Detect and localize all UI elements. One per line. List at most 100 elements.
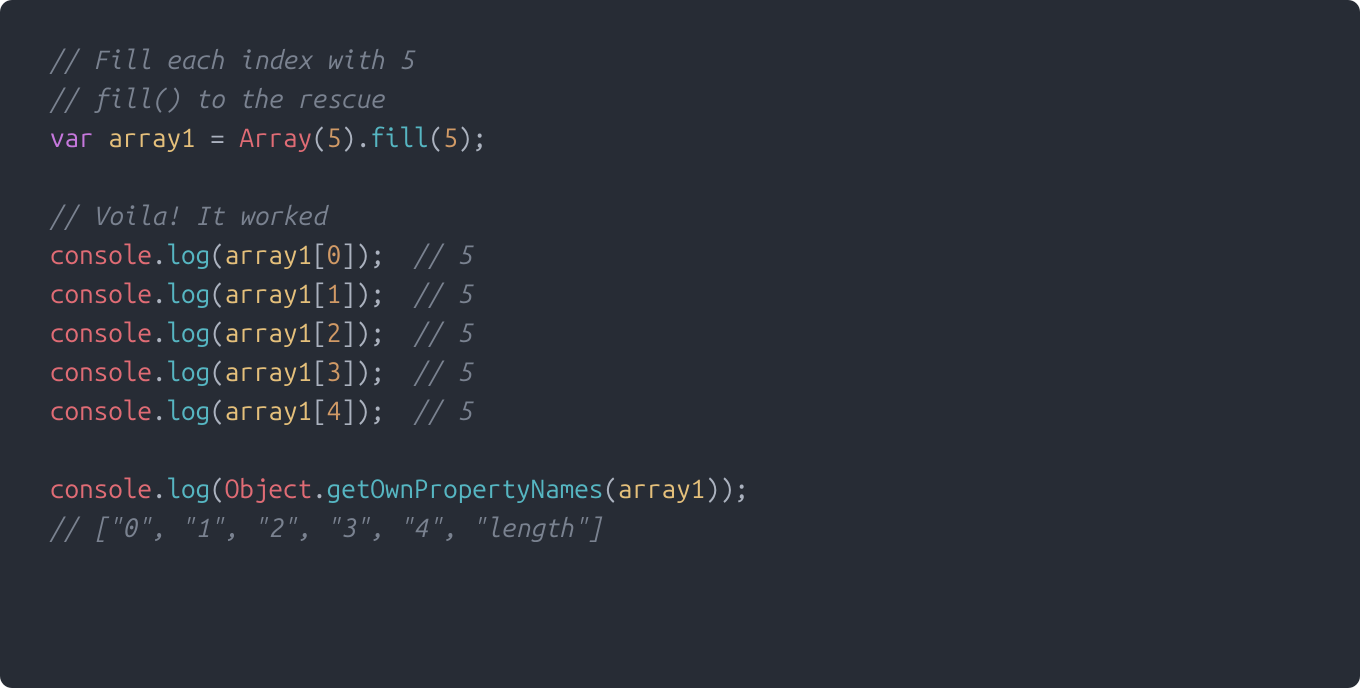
code-block: // Fill each index with 5 // fill() to t… [0, 0, 1360, 688]
identifier: array1 [618, 474, 705, 503]
object-console: console [50, 474, 152, 503]
bracket-open: [ [312, 279, 327, 308]
paren-open: ( [210, 318, 225, 347]
number-literal: 0 [327, 240, 342, 269]
number-literal: 1 [327, 279, 342, 308]
bracket-open: [ [312, 318, 327, 347]
paren-open: ( [210, 357, 225, 386]
method-log: log [166, 357, 210, 386]
paren-close: ) [705, 474, 720, 503]
object-console: console [50, 240, 152, 269]
number-literal: 5 [443, 123, 458, 152]
code-line: var array1 = Array(5).fill(5); [50, 118, 1310, 157]
paren-close: ) [356, 318, 371, 347]
number-literal: 4 [327, 396, 342, 425]
space [385, 396, 414, 425]
paren-close: ) [341, 123, 356, 152]
method-getownpropertynames: getOwnPropertyNames [327, 474, 604, 503]
dot: . [312, 474, 327, 503]
code-line: console.log(array1[3]); // 5 [50, 352, 1310, 391]
method-log: log [166, 396, 210, 425]
method-log: log [166, 318, 210, 347]
dot: . [152, 474, 167, 503]
comment: // Voila! It worked [50, 201, 327, 230]
paren-open: ( [210, 240, 225, 269]
semicolon: ; [370, 279, 385, 308]
comment: // 5 [414, 396, 472, 425]
code-line: console.log(array1[2]); // 5 [50, 313, 1310, 352]
number-literal: 2 [327, 318, 342, 347]
code-line: // Voila! It worked [50, 196, 1310, 235]
dot: . [152, 279, 167, 308]
dot: . [152, 240, 167, 269]
paren-open: ( [312, 123, 327, 152]
space [385, 240, 414, 269]
blank-line [50, 430, 1310, 469]
object-console: console [50, 318, 152, 347]
blank-line [50, 157, 1310, 196]
paren-open: ( [210, 474, 225, 503]
identifier: array1 [108, 123, 195, 152]
paren-close: ) [720, 474, 735, 503]
comment: // ["0", "1", "2", "3", "4", "length"] [50, 513, 603, 542]
paren-open: ( [429, 123, 444, 152]
comment: // 5 [414, 357, 472, 386]
semicolon: ; [370, 396, 385, 425]
paren-close: ) [356, 279, 371, 308]
space [385, 357, 414, 386]
object-console: console [50, 357, 152, 386]
bracket-open: [ [312, 396, 327, 425]
bracket-close: ] [341, 396, 356, 425]
code-line: // fill() to the rescue [50, 79, 1310, 118]
identifier: array1 [225, 279, 312, 308]
class-array: Array [239, 123, 312, 152]
bracket-open: [ [312, 357, 327, 386]
code-line: console.log(Object.getOwnPropertyNames(a… [50, 469, 1310, 508]
code-line: console.log(array1[0]); // 5 [50, 235, 1310, 274]
number-literal: 5 [327, 123, 342, 152]
dot: . [356, 123, 371, 152]
identifier: array1 [225, 357, 312, 386]
semicolon: ; [370, 357, 385, 386]
semicolon: ; [370, 318, 385, 347]
method-log: log [166, 474, 210, 503]
bracket-open: [ [312, 240, 327, 269]
paren-open: ( [210, 279, 225, 308]
identifier: array1 [225, 240, 312, 269]
semicolon: ; [472, 123, 487, 152]
dot: . [152, 396, 167, 425]
method-log: log [166, 279, 210, 308]
identifier: array1 [225, 396, 312, 425]
paren-close: ) [356, 240, 371, 269]
operator-equals: = [196, 123, 240, 152]
space [385, 318, 414, 347]
paren-open: ( [603, 474, 618, 503]
paren-close: ) [458, 123, 473, 152]
method-log: log [166, 240, 210, 269]
bracket-close: ] [341, 240, 356, 269]
object-console: console [50, 396, 152, 425]
method-fill: fill [370, 123, 428, 152]
paren-open: ( [210, 396, 225, 425]
comment: // 5 [414, 318, 472, 347]
semicolon: ; [370, 240, 385, 269]
space [385, 279, 414, 308]
bracket-close: ] [341, 318, 356, 347]
dot: . [152, 357, 167, 386]
comment: // fill() to the rescue [50, 84, 385, 113]
class-object: Object [225, 474, 312, 503]
bracket-close: ] [341, 279, 356, 308]
code-line: console.log(array1[1]); // 5 [50, 274, 1310, 313]
object-console: console [50, 279, 152, 308]
space [94, 123, 109, 152]
comment: // 5 [414, 240, 472, 269]
code-line: // Fill each index with 5 [50, 40, 1310, 79]
code-line: // ["0", "1", "2", "3", "4", "length"] [50, 508, 1310, 547]
paren-close: ) [356, 396, 371, 425]
number-literal: 3 [327, 357, 342, 386]
comment: // 5 [414, 279, 472, 308]
bracket-close: ] [341, 357, 356, 386]
comment: // Fill each index with 5 [50, 45, 414, 74]
code-line: console.log(array1[4]); // 5 [50, 391, 1310, 430]
semicolon: ; [734, 474, 749, 503]
